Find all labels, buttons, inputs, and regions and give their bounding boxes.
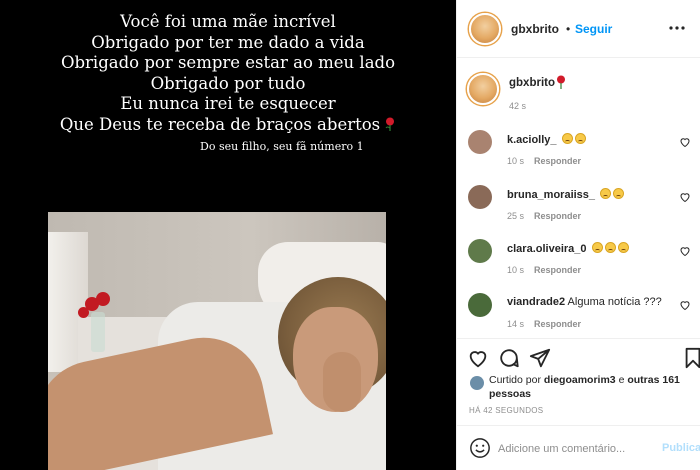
post-header: gbxbrito • Seguir	[457, 0, 700, 58]
header-separator: •	[566, 22, 571, 36]
share-icon[interactable]	[529, 347, 551, 369]
poem-line: Obrigado por tudo	[150, 73, 306, 93]
poem-line: Obrigado por sempre estar ao meu lado	[60, 53, 396, 72]
poem-line: Obrigado por ter me dado a vida	[91, 32, 365, 52]
header-username[interactable]: gbxbrito	[511, 22, 559, 36]
comment-username[interactable]: k.aciolly_	[507, 134, 557, 146]
rose-icon	[557, 75, 565, 89]
poem-text: Você foi uma mãe incrível Obrigado por t…	[0, 12, 456, 153]
comment-time: 25 s	[507, 211, 525, 221]
comment-username[interactable]: viandrade2	[507, 296, 565, 308]
comment-item: k.aciolly_ 10 s Responder	[457, 130, 700, 180]
avatar[interactable]	[470, 376, 484, 390]
avatar[interactable]	[469, 13, 501, 45]
likes-user[interactable]: diegoamorim3	[544, 374, 616, 386]
likes-summary: Curtido por diegoamorim3 e outras 161 pe…	[489, 373, 689, 401]
caption-time: 42 s	[509, 101, 527, 111]
reply-button[interactable]: Responder	[534, 319, 581, 329]
avatar[interactable]	[468, 185, 492, 209]
comment-time: 10 s	[507, 265, 525, 275]
add-comment-bar: Publicar	[457, 425, 700, 470]
post-side-panel: gbxbrito • Seguir gbxbrito 42 s k.acioll…	[456, 0, 700, 470]
more-icon[interactable]	[667, 20, 687, 36]
sad-emoji-icon	[574, 133, 586, 144]
avatar[interactable]	[468, 239, 492, 263]
bookmark-icon[interactable]	[682, 347, 700, 369]
likes-prefix: Curtido por	[489, 374, 541, 386]
caption-avatar[interactable]	[467, 73, 499, 105]
sad-emoji-icon	[561, 133, 573, 144]
heart-icon[interactable]	[679, 299, 691, 311]
sad-emoji-icon	[604, 242, 616, 253]
heart-icon[interactable]	[679, 136, 691, 148]
follow-button[interactable]: Seguir	[575, 22, 612, 36]
poem-line: Eu nunca irei te esquecer	[120, 94, 336, 113]
reply-button[interactable]: Responder	[534, 156, 581, 166]
selfie-photo	[48, 212, 386, 470]
sad-emoji-icon	[613, 188, 625, 199]
sad-emoji-icon	[600, 188, 612, 199]
caption-username[interactable]: gbxbrito	[509, 77, 555, 89]
comment-item: bruna_moraiiss_ 25 s Responder	[457, 185, 700, 235]
comment-time: 10 s	[507, 156, 525, 166]
sad-emoji-icon	[617, 242, 629, 253]
comment-icon[interactable]	[498, 347, 520, 369]
comment-text: Alguma notícia ???	[567, 296, 662, 308]
likes-middle: e	[618, 374, 625, 386]
action-bar	[457, 338, 700, 378]
reply-button[interactable]: Responder	[534, 211, 581, 221]
reply-button[interactable]: Responder	[534, 265, 581, 275]
smile-icon[interactable]	[469, 437, 491, 459]
comment-input[interactable]	[498, 440, 648, 458]
comment-time: 14 s	[507, 319, 525, 329]
poem-line: Você foi uma mãe incrível	[120, 12, 336, 31]
publish-button[interactable]: Publicar	[662, 442, 700, 454]
comment-username[interactable]: bruna_moraiiss_	[507, 189, 595, 201]
avatar[interactable]	[468, 130, 492, 154]
post-media[interactable]: Você foi uma mãe incrível Obrigado por t…	[0, 0, 456, 470]
rose-icon	[385, 117, 395, 131]
post-timestamp[interactable]: HÁ 42 SEGUNDOS	[469, 406, 543, 415]
heart-icon[interactable]	[679, 191, 691, 203]
comment-item: clara.oliveira_0 10 s Responder	[457, 239, 700, 289]
comment-username[interactable]: clara.oliveira_0	[507, 243, 587, 255]
avatar[interactable]	[468, 293, 492, 317]
heart-icon[interactable]	[679, 245, 691, 257]
poem-line-last: Que Deus te receba de braços abertos	[0, 115, 456, 136]
poem-signature: Do seu filho, seu fã número 1	[200, 140, 364, 153]
sad-emoji-icon	[591, 242, 603, 253]
comment-item: viandrade2 Alguma notícia ??? 14 s Respon…	[457, 293, 700, 343]
poem-line-text: Que Deus te receba de braços abertos	[59, 114, 381, 134]
heart-icon[interactable]	[467, 347, 489, 369]
